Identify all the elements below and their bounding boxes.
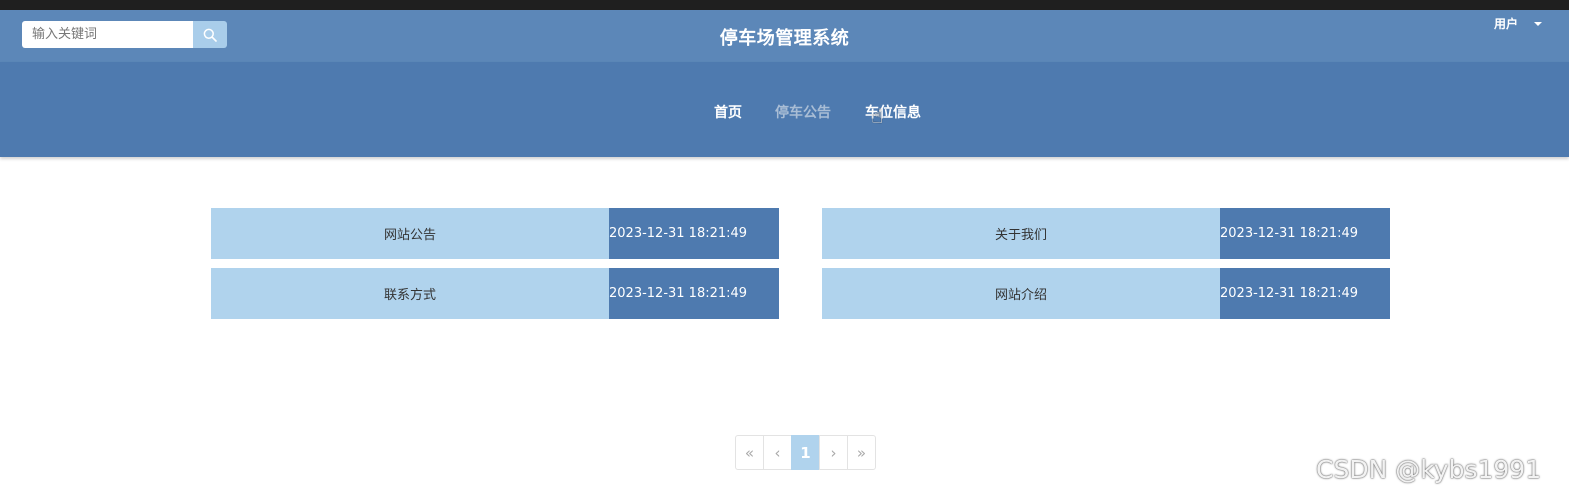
notice-date: 2023-12-31 18:21:49 <box>1220 208 1390 259</box>
next-page-button[interactable]: › <box>819 435 848 470</box>
window-top-strip <box>0 0 1569 10</box>
notice-card[interactable]: 关于我们 2023-12-31 18:21:49 <box>822 208 1390 259</box>
notice-date: 2023-12-31 18:21:49 <box>609 268 779 319</box>
pagination: « ‹ 1 › » <box>735 435 876 470</box>
nav-item-parking-notice[interactable]: 停车公告 <box>775 102 831 122</box>
user-menu[interactable]: 用户 <box>1494 15 1543 32</box>
first-page-button[interactable]: « <box>735 435 764 470</box>
prev-page-button[interactable]: ‹ <box>763 435 792 470</box>
caret-down-icon <box>1534 21 1543 26</box>
notice-title: 网站介绍 <box>822 268 1220 319</box>
nav-item-parking-spaces[interactable]: 车位信息 <box>865 102 921 122</box>
notice-card[interactable]: 联系方式 2023-12-31 18:21:49 <box>211 268 779 319</box>
user-menu-label: 用户 <box>1494 17 1519 31</box>
page-button-current[interactable]: 1 <box>791 435 820 470</box>
main-nav: 首页 停车公告 车位信息 <box>0 62 1569 157</box>
site-title: 停车场管理系统 <box>719 28 850 49</box>
watermark: CSDN @kybs1991 <box>1316 455 1542 484</box>
notice-date: 2023-12-31 18:21:49 <box>609 208 779 259</box>
header-bar: 停车场管理系统 用户 <box>0 10 1569 62</box>
notice-date: 2023-12-31 18:21:49 <box>1220 268 1390 319</box>
last-page-button[interactable]: » <box>847 435 876 470</box>
notice-card[interactable]: 网站公告 2023-12-31 18:21:49 <box>211 208 779 259</box>
notice-title: 联系方式 <box>211 268 609 319</box>
notice-title: 网站公告 <box>211 208 609 259</box>
nav-item-home[interactable]: 首页 <box>714 102 742 122</box>
notice-title: 关于我们 <box>822 208 1220 259</box>
notice-card[interactable]: 网站介绍 2023-12-31 18:21:49 <box>822 268 1390 319</box>
